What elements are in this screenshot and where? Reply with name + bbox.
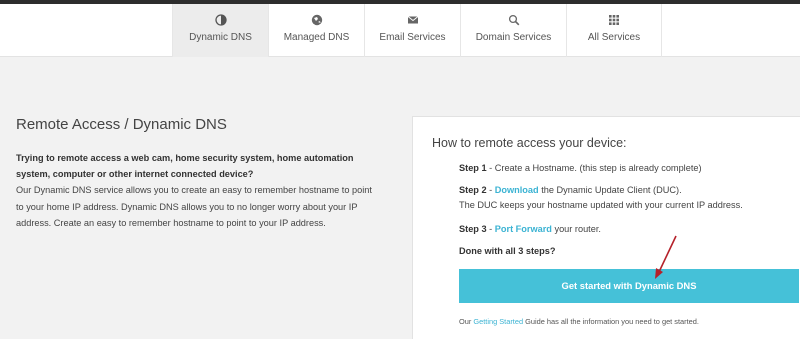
page-title: Remote Access / Dynamic DNS: [16, 116, 227, 133]
guide-note: Our Getting Started Guide has all the in…: [459, 317, 699, 326]
tab-domain-services[interactable]: Domain Services: [460, 4, 566, 57]
step-label: Step 2: [459, 185, 487, 195]
getting-started-link[interactable]: Getting Started: [473, 317, 523, 326]
globe-icon: [311, 14, 322, 26]
step-detail: The DUC keeps your hostname updated with…: [459, 200, 743, 210]
tab-all-services[interactable]: All Services: [566, 4, 662, 57]
step-separator: -: [486, 185, 495, 195]
intro-question: Trying to remote access a web cam, home …: [16, 153, 354, 180]
tab-dynamic-dns[interactable]: Dynamic DNS: [172, 4, 268, 57]
guide-suffix: Guide has all the information you need t…: [523, 317, 699, 326]
services-nav: Dynamic DNS Managed DNS Email Services D…: [0, 4, 800, 57]
tab-label: Domain Services: [475, 32, 552, 43]
tab-email-services[interactable]: Email Services: [364, 4, 460, 57]
get-started-button[interactable]: Get started with Dynamic DNS: [459, 269, 799, 303]
search-icon: [508, 14, 519, 26]
tab-label: Email Services: [379, 32, 446, 43]
step-label: Step 1: [459, 163, 487, 173]
steps-panel: How to remote access your device: Step 1…: [412, 116, 800, 339]
step-label: Step 3: [459, 224, 487, 234]
panel-title: How to remote access your device:: [432, 136, 627, 150]
step-text: the Dynamic Update Client (DUC).: [538, 185, 682, 195]
step-separator: -: [486, 163, 495, 173]
step-text: your router.: [551, 224, 601, 234]
tab-managed-dns[interactable]: Managed DNS: [268, 4, 364, 57]
download-link[interactable]: Download: [495, 185, 539, 195]
step-2: Step 2 - Download the Dynamic Update Cli…: [459, 183, 743, 213]
tab-label: Managed DNS: [283, 32, 350, 43]
envelope-icon: [407, 16, 418, 24]
step-text: Create a Hostname. (this step is already…: [494, 163, 702, 173]
step-separator: -: [486, 224, 495, 234]
tab-label: Dynamic DNS: [189, 32, 252, 43]
grid-icon: [609, 15, 619, 25]
intro-text: Trying to remote access a web cam, home …: [16, 150, 376, 231]
intro-body: Our Dynamic DNS service allows you to cr…: [16, 185, 372, 228]
tab-label: All Services: [587, 32, 641, 43]
step-1: Step 1 - Create a Hostname. (this step i…: [459, 161, 702, 176]
port-forward-link[interactable]: Port Forward: [495, 224, 552, 234]
step-3: Step 3 - Port Forward your router.: [459, 222, 601, 237]
guide-prefix: Our: [459, 317, 474, 326]
done-heading: Done with all 3 steps?: [459, 246, 556, 256]
globe-icon: [214, 14, 227, 26]
